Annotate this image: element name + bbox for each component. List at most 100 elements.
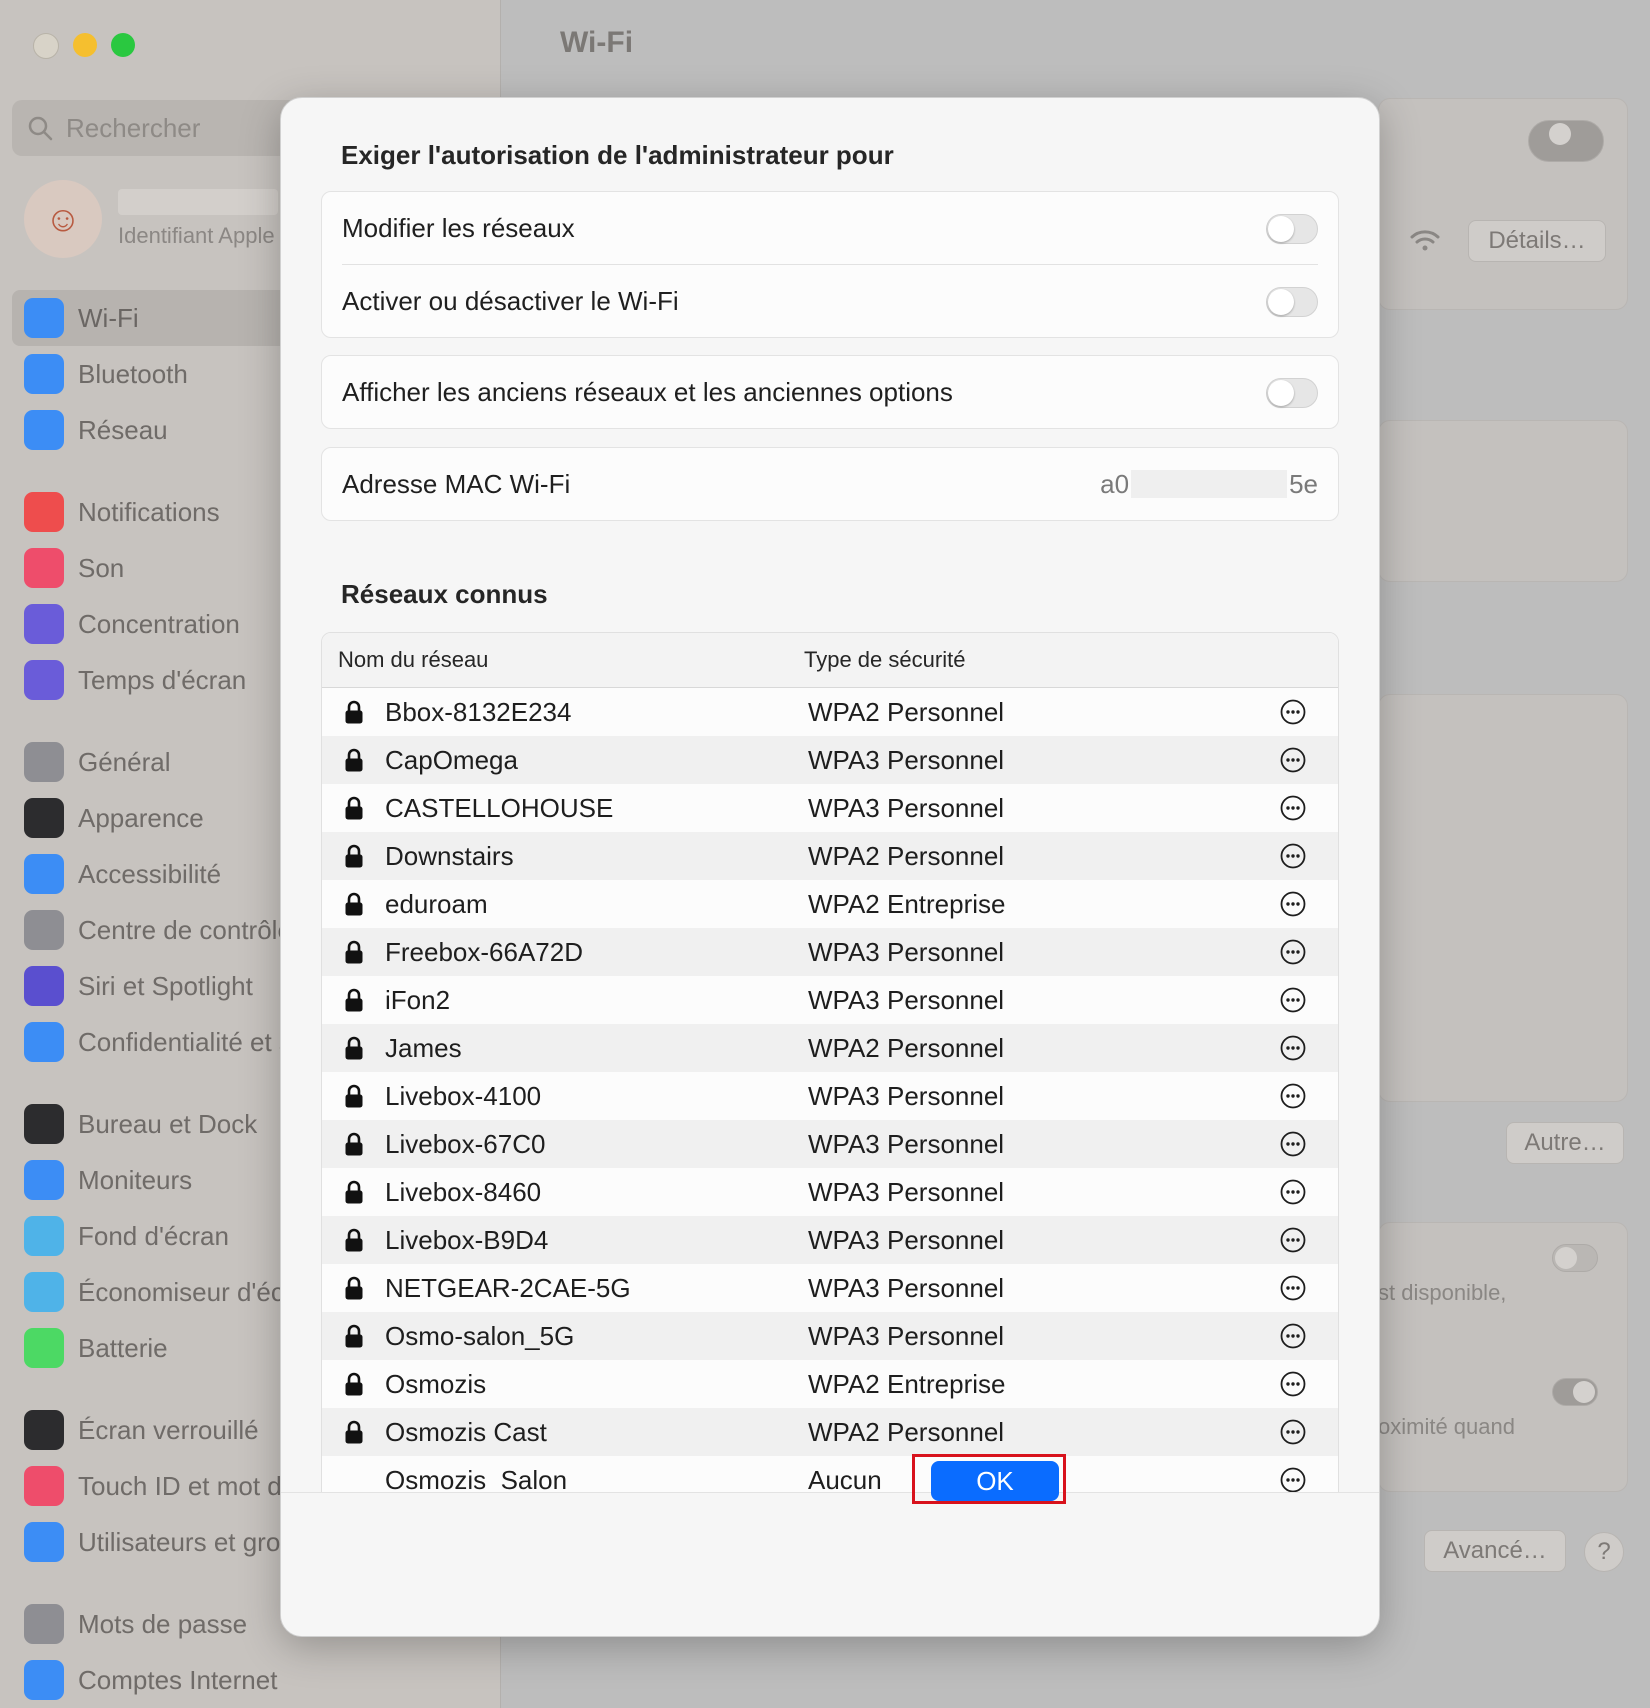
more-options-icon[interactable] xyxy=(1280,699,1306,725)
table-row[interactable]: Freebox-66A72D WPA3 Personnel xyxy=(322,928,1338,976)
network-name: eduroam xyxy=(385,888,488,919)
key-icon xyxy=(24,1604,64,1644)
option-toggle-2[interactable] xyxy=(1552,1378,1598,1406)
sidebar-item-label: Centre de contrôle xyxy=(78,914,292,945)
table-row[interactable]: NETGEAR-2CAE-5G WPA3 Personnel xyxy=(322,1264,1338,1312)
network-security: WPA2 Personnel xyxy=(808,1416,1005,1447)
more-options-icon[interactable] xyxy=(1280,939,1306,965)
advanced-button[interactable]: Avancé… xyxy=(1424,1530,1566,1572)
more-options-icon[interactable] xyxy=(1280,987,1306,1013)
network-security: WPA3 Personnel xyxy=(808,1080,1005,1111)
table-row[interactable]: CASTELLOHOUSE WPA3 Personnel xyxy=(322,784,1338,832)
more-options-icon[interactable] xyxy=(1280,747,1306,773)
globe-icon xyxy=(24,410,64,450)
table-row[interactable]: Osmo-salon_5G WPA3 Personnel xyxy=(322,1312,1338,1360)
network-name: Osmo-salon_5G xyxy=(385,1320,575,1351)
more-options-icon[interactable] xyxy=(1280,1179,1306,1205)
sidebar-item-label: Bureau et Dock xyxy=(78,1108,258,1139)
network-security: WPA2 Entreprise xyxy=(808,888,1006,919)
screensaver-icon xyxy=(24,1272,64,1312)
table-row[interactable]: Osmozis_Salon Aucun xyxy=(322,1456,1338,1494)
lock-icon xyxy=(345,1420,363,1444)
apple-account[interactable]: ☺ Identifiant Apple xyxy=(24,180,278,258)
gear-icon xyxy=(24,742,64,782)
sidebar-item-label: Wi-Fi xyxy=(78,302,139,333)
network-security: WPA3 Personnel xyxy=(808,1176,1005,1207)
legacy-networks-toggle[interactable] xyxy=(1266,378,1318,408)
network-security: WPA3 Personnel xyxy=(808,1320,1005,1351)
column-header-security[interactable]: Type de sécurité xyxy=(804,647,965,673)
table-row[interactable]: Bbox-8132E234 WPA2 Personnel xyxy=(322,688,1338,736)
table-row[interactable]: iFon2 WPA3 Personnel xyxy=(322,976,1338,1024)
lock-icon xyxy=(345,1180,363,1204)
minimize-button[interactable] xyxy=(73,33,97,57)
table-row[interactable]: Livebox-67C0 WPA3 Personnel xyxy=(322,1120,1338,1168)
table-body: Bbox-8132E234 WPA2 Personnel CapOmega WPA3 … xyxy=(322,688,1338,1494)
bluetooth-icon xyxy=(24,354,64,394)
lock-icon xyxy=(345,748,363,772)
control-center-icon xyxy=(24,910,64,950)
table-row[interactable]: CapOmega WPA3 Personnel xyxy=(322,736,1338,784)
sidebar-item[interactable]: Comptes Internet xyxy=(12,1652,488,1708)
network-security: WPA3 Personnel xyxy=(808,1272,1005,1303)
legacy-networks-row: Afficher les anciens réseaux et les anci… xyxy=(322,356,1338,428)
sidebar-item-label: Comptes Internet xyxy=(78,1664,278,1695)
zoom-button[interactable] xyxy=(111,33,135,57)
more-options-icon[interactable] xyxy=(1280,1323,1306,1349)
more-options-icon[interactable] xyxy=(1280,891,1306,917)
network-name: James xyxy=(385,1032,462,1063)
option-toggle-1[interactable] xyxy=(1552,1244,1598,1272)
network-name: Osmozis_Salon xyxy=(385,1464,568,1494)
network-name: CapOmega xyxy=(385,744,518,775)
table-row[interactable]: Downstairs WPA2 Personnel xyxy=(322,832,1338,880)
network-card-2 xyxy=(1378,694,1628,1102)
network-name: CASTELLOHOUSE xyxy=(385,792,614,823)
more-options-icon[interactable] xyxy=(1280,1227,1306,1253)
fingerprint-icon xyxy=(24,1466,64,1506)
table-row[interactable]: James WPA2 Personnel xyxy=(322,1024,1338,1072)
wifi-power-toggle[interactable] xyxy=(1266,287,1318,317)
sidebar-item-label: Temps d'écran xyxy=(78,664,247,695)
more-options-icon[interactable] xyxy=(1280,1419,1306,1445)
close-button[interactable] xyxy=(33,33,59,59)
page-title: Wi-Fi xyxy=(560,26,634,59)
more-options-icon[interactable] xyxy=(1280,1371,1306,1397)
more-options-icon[interactable] xyxy=(1280,1275,1306,1301)
table-row[interactable]: Livebox-4100 WPA3 Personnel xyxy=(322,1072,1338,1120)
sidebar-item-label: Écran verrouillé xyxy=(78,1414,259,1445)
ok-button[interactable]: OK xyxy=(931,1461,1059,1501)
table-row[interactable]: Osmozis WPA2 Entreprise xyxy=(322,1360,1338,1408)
table-row[interactable]: Livebox-8460 WPA3 Personnel xyxy=(322,1168,1338,1216)
help-button[interactable]: ? xyxy=(1584,1532,1624,1572)
more-options-icon[interactable] xyxy=(1280,843,1306,869)
modify-networks-toggle[interactable] xyxy=(1266,214,1318,244)
table-row[interactable]: Livebox-B9D4 WPA3 Personnel xyxy=(322,1216,1338,1264)
more-options-icon[interactable] xyxy=(1280,1131,1306,1157)
other-network-button[interactable]: Autre… xyxy=(1506,1122,1624,1164)
wifi-main-toggle[interactable] xyxy=(1528,120,1604,162)
known-networks-table: Nom du réseau Type de sécurité Bbox-8132… xyxy=(321,632,1339,1494)
more-options-icon[interactable] xyxy=(1280,1035,1306,1061)
column-header-name[interactable]: Nom du réseau xyxy=(338,647,488,673)
option-text-2: oximité quand xyxy=(1378,1414,1515,1439)
network-security: WPA2 Personnel xyxy=(808,840,1005,871)
more-options-icon[interactable] xyxy=(1280,795,1306,821)
sidebar-item-label: Réseau xyxy=(78,414,168,445)
more-options-icon[interactable] xyxy=(1280,1083,1306,1109)
lock-icon xyxy=(345,892,363,916)
table-row[interactable]: eduroam WPA2 Entreprise xyxy=(322,880,1338,928)
hourglass-icon xyxy=(24,660,64,700)
option-text-1: st disponible, xyxy=(1378,1280,1507,1305)
table-row[interactable]: Osmozis Cast WPA2 Personnel xyxy=(322,1408,1338,1456)
sidebar-item-label: Concentration xyxy=(78,608,240,639)
lock-icon xyxy=(345,1132,363,1156)
sidebar-item-label: Apparence xyxy=(78,802,204,833)
lock-icon xyxy=(345,1084,363,1108)
more-options-icon[interactable] xyxy=(1280,1467,1306,1493)
users-icon xyxy=(24,1522,64,1562)
details-button[interactable]: Détails… xyxy=(1468,220,1606,262)
network-name: Downstairs xyxy=(385,840,514,871)
mac-address-label: Adresse MAC Wi-Fi xyxy=(342,468,571,499)
bell-icon xyxy=(24,492,64,532)
network-security: WPA3 Personnel xyxy=(808,936,1005,967)
